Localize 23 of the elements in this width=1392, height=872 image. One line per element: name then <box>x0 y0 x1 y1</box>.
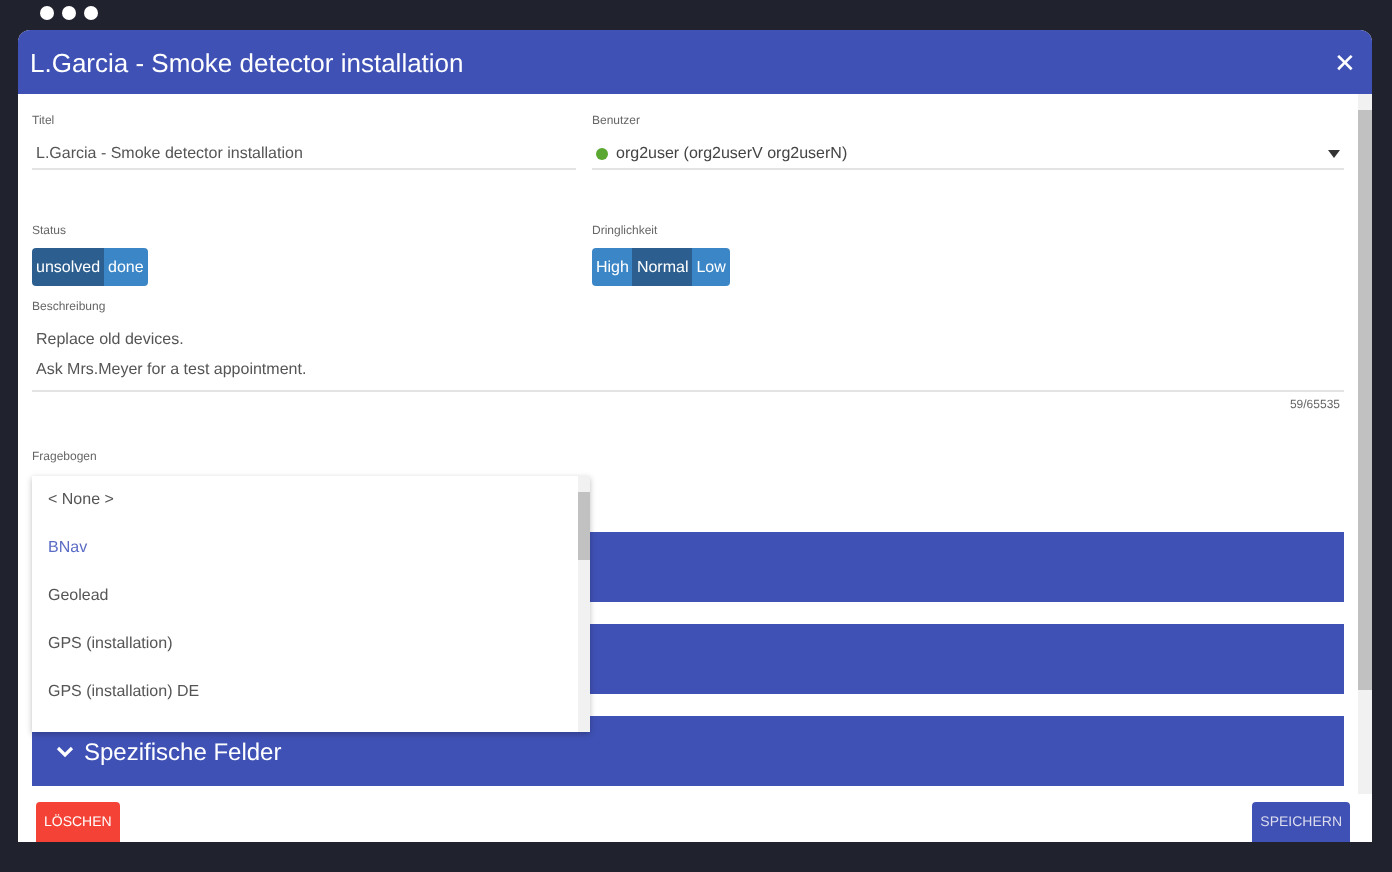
dropdown-option[interactable]: GPS (installation) <box>32 620 578 668</box>
toggle-button[interactable]: unsolved <box>32 248 105 286</box>
toggle-button[interactable]: High <box>592 248 633 286</box>
dialog-title: L.Garcia - Smoke detector installation <box>30 47 466 77</box>
description-field[interactable]: Replace old devices. Ask Mrs.Meyer for a test appointment. <box>32 314 1344 392</box>
scrollbar[interactable] <box>578 476 590 732</box>
window-dot[interactable] <box>84 6 98 20</box>
dropdown-option[interactable]: GPS (installation) DE <box>32 668 578 716</box>
dropdown-option[interactable]: BNav <box>32 524 578 572</box>
chevron-down-icon <box>56 745 74 757</box>
dropdown-arrow-icon <box>1328 149 1340 157</box>
toggle-button[interactable]: Normal <box>632 248 693 286</box>
scrollbar[interactable] <box>1358 94 1372 794</box>
window-dot[interactable] <box>40 6 54 20</box>
dropdown-option[interactable]: < None > <box>32 476 578 524</box>
toggle-button[interactable]: done <box>104 248 148 286</box>
close-button[interactable]: ✕ <box>1334 47 1356 77</box>
dropdown-option[interactable]: Geolead <box>32 572 578 620</box>
user-select[interactable]: org2user (org2userV org2userN) <box>592 128 1344 170</box>
window-dot[interactable] <box>62 6 76 20</box>
toggle-button[interactable]: Low <box>692 248 730 286</box>
section-header[interactable]: Spezifische Felder <box>32 716 1344 786</box>
title-field[interactable]: L.Garcia - Smoke detector installation <box>32 128 576 170</box>
